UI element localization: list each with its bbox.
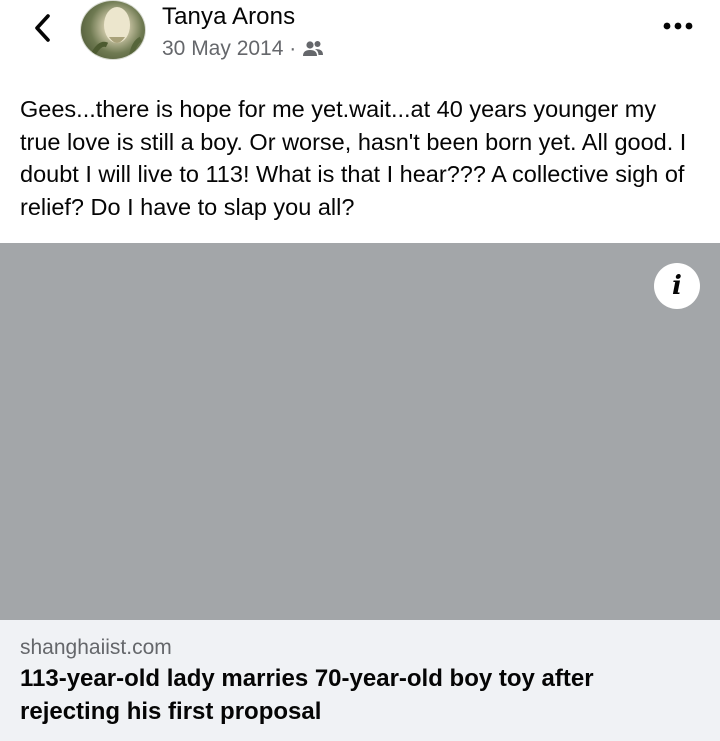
friends-icon (303, 41, 324, 56)
post-text: Gees...there is hope for me yet.wait...a… (20, 96, 687, 220)
post-header: Tanya Arons 30 May 2014 · (0, 0, 720, 80)
more-options-button[interactable] (658, 14, 698, 38)
post-page: Tanya Arons 30 May 2014 · Gees...there i… (0, 0, 720, 741)
back-button[interactable] (24, 10, 60, 46)
chevron-left-icon (35, 14, 50, 42)
avatar[interactable] (80, 0, 146, 60)
more-horizontal-icon (663, 22, 693, 30)
link-preview-image[interactable] (0, 243, 720, 620)
post-meta: 30 May 2014 · (162, 37, 324, 61)
link-preview-domain: shanghaiist.com (20, 636, 172, 659)
info-icon: i (672, 271, 682, 301)
info-button[interactable]: i (654, 263, 700, 309)
author-name[interactable]: Tanya Arons (162, 3, 295, 31)
avatar-photo (88, 7, 143, 59)
link-preview-title[interactable]: 113-year-old lady marries 70-year-old bo… (20, 662, 700, 728)
post-date[interactable]: 30 May 2014 · (162, 37, 296, 61)
